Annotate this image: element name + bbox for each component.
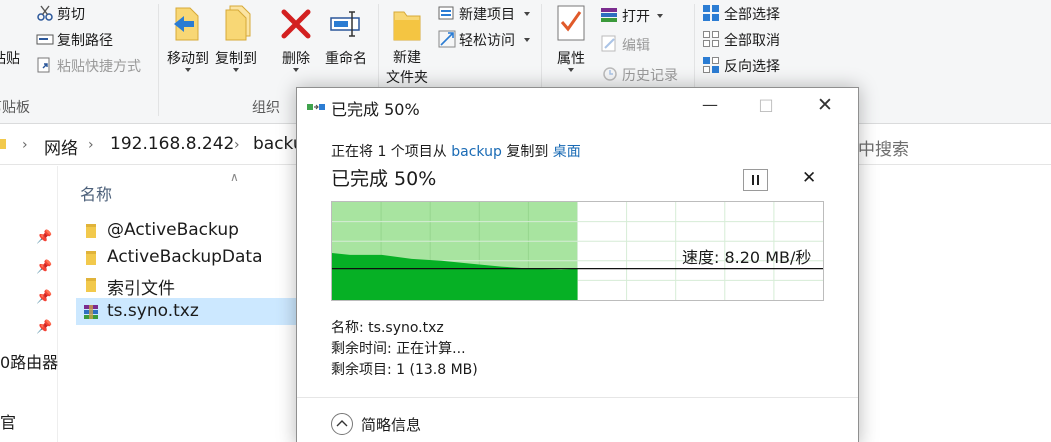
edit-icon [601,35,616,52]
maximize-button[interactable]: □ [743,88,789,122]
close-button[interactable]: ✕ [802,88,848,122]
copy-progress-dialog: 已完成 50% — □ ✕ 正在将 1 个项目从 backup 复制到 桌面 已… [296,87,859,442]
delete-button[interactable]: 删除 [278,2,314,72]
rename-button[interactable]: 重命名 [322,2,370,72]
file-name: 索引文件 [107,279,175,299]
breadcrumb-host[interactable]: 192.168.8.242 [110,134,234,154]
pin-icon[interactable]: 📌 [36,320,52,335]
invert-selection-button[interactable]: 反向选择 [724,56,780,76]
paste-shortcut-icon [37,57,50,73]
cancel-copy-button[interactable]: ✕ [802,168,816,188]
file-name-line: 名称: ts.syno.txz [331,320,444,336]
copy-to-button[interactable]: 复制到 [215,2,257,72]
file-name: ActiveBackupData [107,247,263,267]
copy-to-icon [225,5,251,41]
copy-path-button[interactable]: 复制路径 [57,30,113,50]
copy-description: 正在将 1 个项目从 backup 复制到 桌面 [331,141,581,161]
file-row[interactable]: ActiveBackupData [76,244,300,271]
sort-ascending-icon: ∧ [230,170,239,184]
less-details-label[interactable]: 简略信息 [361,414,421,435]
pause-icon [752,175,754,185]
scissors-icon [37,5,53,21]
percent-complete: 已完成 50% [331,168,437,190]
move-to-button[interactable]: 移动到 [167,2,209,72]
select-all-button[interactable]: 全部选择 [724,4,780,24]
properties-icon [557,5,585,41]
file-row[interactable]: ts.syno.txz [76,298,300,325]
clipboard-group-label: 剪贴板 [0,100,30,116]
source-folder-link[interactable]: backup [451,144,502,160]
paste-button[interactable]: 粘贴 [0,48,20,68]
file-name: ts.syno.txz [107,301,199,321]
folder-icon [86,251,96,265]
file-row[interactable]: 索引文件 [76,271,300,299]
column-header-name[interactable]: 名称 [80,181,112,205]
history-icon [603,67,617,81]
cut-button[interactable]: 剪切 [57,4,85,24]
easy-access-icon [438,30,456,48]
invert-selection-icon [703,57,719,73]
chevron-right-icon: › [234,137,240,153]
open-button[interactable]: 打开 [622,6,650,26]
rename-icon [330,11,360,37]
pin-icon[interactable]: 📌 [36,290,52,305]
network-icon [0,139,6,149]
folder-icon [86,278,96,292]
new-folder-icon [393,11,421,41]
file-row[interactable]: @ActiveBackup [76,217,300,244]
edit-button[interactable]: 编辑 [622,35,650,55]
pin-icon[interactable]: 📌 [36,260,52,275]
pin-icon[interactable]: 📌 [36,230,52,245]
minimize-button[interactable]: — [687,88,733,122]
delete-x-icon [281,9,311,39]
select-none-icon [703,31,719,47]
copy-prefix-text: 正在将 1 个项目从 [331,144,447,160]
copy-middle-text: 复制到 [506,144,549,160]
chevron-right-icon: › [22,137,28,153]
items-remaining-line: 剩余项目: 1 (13.8 MB) [331,362,478,378]
time-remaining-line: 剩余时间: 正在计算... [331,341,466,357]
chevron-right-icon: › [88,137,94,153]
new-item-button[interactable]: 新建项目 [459,4,515,24]
organize-group-label: 组织 [252,100,280,116]
search-input[interactable]: 中搜索 [858,135,909,160]
chevron-up-icon [336,420,348,427]
destination-folder-link[interactable]: 桌面 [553,144,581,160]
history-button[interactable]: 历史记录 [622,65,678,85]
folder-icon [86,224,96,238]
nav-item-router[interactable]: 0路由器 [0,349,58,373]
new-folder-button[interactable]: 新建 文件夹 [384,2,430,92]
pause-button[interactable] [743,169,768,191]
breadcrumb-network[interactable]: 网络 [44,134,78,159]
winrar-archive-icon [84,305,98,319]
select-all-icon [703,5,719,21]
nav-item-other[interactable]: 官 [0,409,16,433]
select-none-button[interactable]: 全部取消 [724,30,780,50]
collapse-details-button[interactable] [331,413,353,435]
new-item-icon [438,6,454,20]
winrar-open-icon [601,8,617,22]
dialog-title: 已完成 50% [331,100,420,119]
navigation-pane: 📌 📌 📌 📌 0路由器 官 [0,166,58,442]
copy-path-icon [36,34,54,45]
pause-icon [757,175,759,185]
properties-button[interactable]: 属性 [552,2,590,72]
paste-shortcut-button[interactable]: 粘贴快捷方式 [57,56,141,76]
transfer-speed: 速度: 8.20 MB/秒 [682,248,812,267]
easy-access-button[interactable]: 轻松访问 [459,30,515,50]
file-name: @ActiveBackup [107,220,239,240]
move-to-icon [174,7,199,41]
copy-transfer-icon [307,104,325,110]
